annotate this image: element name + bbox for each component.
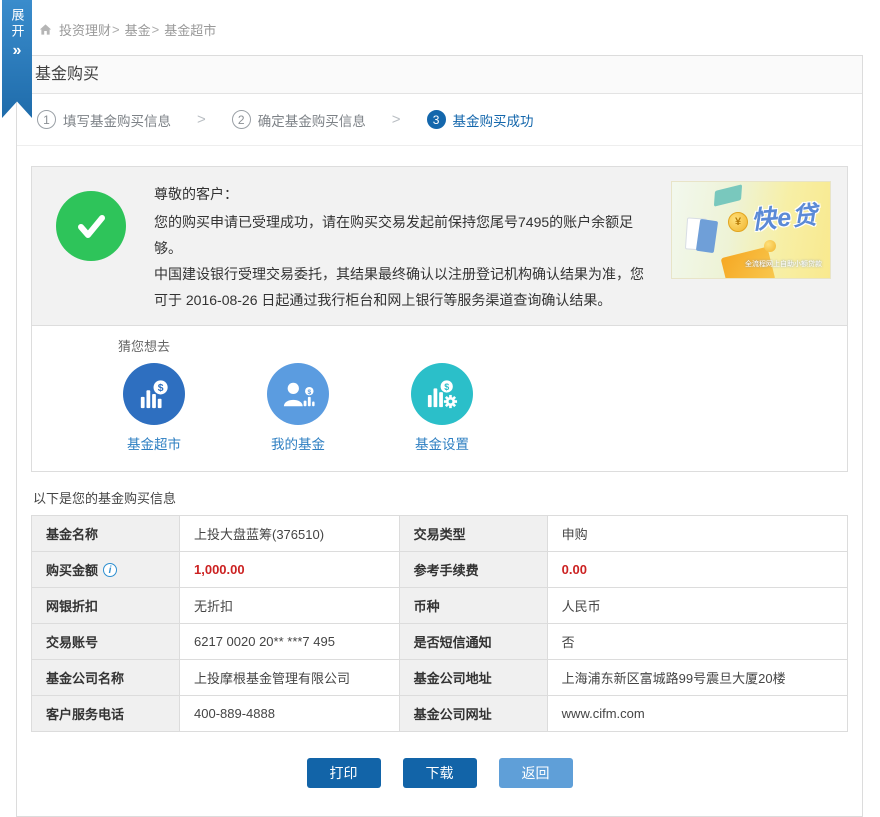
notice-greeting: 尊敬的客户： bbox=[154, 181, 657, 207]
table-value: 人民币 bbox=[547, 588, 847, 624]
table-value: 0.00 bbox=[547, 552, 847, 588]
table-label: 币种 bbox=[399, 588, 547, 624]
page-title: 基金购买 bbox=[17, 56, 862, 94]
svg-text:$: $ bbox=[158, 383, 164, 394]
table-value: 6217 0020 20** ***7 495 bbox=[180, 624, 400, 660]
banner-title: 快e贷 bbox=[750, 195, 820, 237]
step-separator-icon: > bbox=[197, 111, 206, 128]
fund-supermarket-icon: $ bbox=[123, 363, 185, 425]
table-value: www.cifm.com bbox=[547, 696, 847, 732]
ribbon-label: 展开 bbox=[9, 8, 26, 40]
notice-line-1: 您的购买申请已受理成功，请在购买交易发起前保持您尾号7495的账户余额足够。 bbox=[154, 209, 657, 261]
success-notice: 尊敬的客户： 您的购买申请已受理成功，请在购买交易发起前保持您尾号7495的账户… bbox=[32, 167, 847, 326]
table-label: 基金名称 bbox=[32, 516, 180, 552]
shortcut-my-fund[interactable]: $ 我的基金 bbox=[262, 363, 334, 453]
breadcrumb-item-invest[interactable]: 投资理财 bbox=[59, 20, 111, 39]
main-panel: 基金购买 1 填写基金购买信息 > 2 确定基金购买信息 > 3 基金购买成功 … bbox=[16, 55, 863, 817]
banner-decoration bbox=[714, 184, 742, 207]
notice-line-2: 中国建设银行受理交易委托，其结果最终确认以注册登记机构确认结果为准，您可于 20… bbox=[154, 261, 657, 313]
table-row: 基金名称上投大盘蓝筹(376510)交易类型申购 bbox=[32, 516, 848, 552]
back-button[interactable]: 返回 bbox=[499, 758, 573, 788]
svg-text:$: $ bbox=[307, 389, 311, 396]
info-icon[interactable]: i bbox=[103, 563, 117, 577]
breadcrumb-separator: > bbox=[112, 22, 120, 37]
step-separator-icon: > bbox=[392, 111, 401, 128]
action-buttons: 打印 下载 返回 bbox=[17, 758, 862, 788]
table-label: 基金公司地址 bbox=[399, 660, 547, 696]
step-3-active: 3 基金购买成功 bbox=[427, 110, 534, 130]
table-value: 1,000.00 bbox=[180, 552, 400, 588]
step-2: 2 确定基金购买信息 bbox=[232, 110, 366, 130]
table-value: 申购 bbox=[547, 516, 847, 552]
result-box: 尊敬的客户： 您的购买申请已受理成功，请在购买交易发起前保持您尾号7495的账户… bbox=[31, 166, 848, 472]
step-3-label: 基金购买成功 bbox=[453, 110, 534, 130]
step-2-label: 确定基金购买信息 bbox=[258, 110, 366, 130]
table-row: 客户服务电话400-889-4888基金公司网址www.cifm.com bbox=[32, 696, 848, 732]
home-icon[interactable] bbox=[38, 22, 53, 37]
table-value: 上海浦东新区富城路99号震旦大厦20楼 bbox=[547, 660, 847, 696]
coin-icon: ¥ bbox=[728, 212, 748, 232]
shortcut-label: 基金设置 bbox=[406, 433, 478, 453]
table-label: 购买金额i bbox=[32, 552, 180, 588]
table-row: 基金公司名称上投摩根基金管理有限公司基金公司地址上海浦东新区富城路99号震旦大厦… bbox=[32, 660, 848, 696]
double-chevron-icon: » bbox=[13, 42, 22, 60]
shortcut-fund-supermarket[interactable]: $ 基金超市 bbox=[118, 363, 190, 453]
breadcrumb-item-fund-supermarket[interactable]: 基金超市 bbox=[164, 20, 216, 39]
shortcut-label: 我的基金 bbox=[262, 433, 334, 453]
step-1: 1 填写基金购买信息 bbox=[37, 110, 171, 130]
table-label: 基金公司网址 bbox=[399, 696, 547, 732]
quick-loan-ad-banner[interactable]: ¥ 快e贷 全流程网上自助小额贷款 bbox=[671, 181, 831, 279]
table-section-title: 以下是您的基金购买信息 bbox=[33, 488, 846, 507]
step-3-number: 3 bbox=[427, 110, 446, 129]
print-button[interactable]: 打印 bbox=[307, 758, 381, 788]
breadcrumb-separator: > bbox=[152, 22, 160, 37]
table-row: 购买金额i1,000.00参考手续费0.00 bbox=[32, 552, 848, 588]
table-label: 交易类型 bbox=[399, 516, 547, 552]
suggestions-label: 猜您想去 bbox=[118, 336, 847, 355]
svg-text:$: $ bbox=[444, 382, 449, 392]
my-fund-icon: $ bbox=[267, 363, 329, 425]
banner-tagline: 全流程网上自助小额贷款 bbox=[745, 259, 822, 269]
step-1-label: 填写基金购买信息 bbox=[63, 110, 171, 130]
table-value: 无折扣 bbox=[180, 588, 400, 624]
download-button[interactable]: 下载 bbox=[403, 758, 477, 788]
breadcrumb-item-fund[interactable]: 基金 bbox=[125, 20, 151, 39]
table-label: 交易账号 bbox=[32, 624, 180, 660]
table-label: 是否短信通知 bbox=[399, 624, 547, 660]
expand-ribbon[interactable]: 展开 » bbox=[2, 0, 32, 118]
table-row: 网银折扣无折扣币种人民币 bbox=[32, 588, 848, 624]
table-label: 客户服务电话 bbox=[32, 696, 180, 732]
banner-decoration bbox=[696, 219, 718, 253]
success-check-icon bbox=[56, 191, 126, 261]
table-label: 基金公司名称 bbox=[32, 660, 180, 696]
shortcut-fund-settings[interactable]: $ 基金设置 bbox=[406, 363, 478, 453]
suggestions-section: 猜您想去 $ 基金超市 bbox=[32, 326, 847, 471]
table-value: 上投大盘蓝筹(376510) bbox=[180, 516, 400, 552]
step-indicator: 1 填写基金购买信息 > 2 确定基金购买信息 > 3 基金购买成功 bbox=[17, 94, 862, 146]
shortcut-label: 基金超市 bbox=[118, 433, 190, 453]
table-label: 网银折扣 bbox=[32, 588, 180, 624]
step-1-number: 1 bbox=[37, 110, 56, 129]
table-value: 400-889-4888 bbox=[180, 696, 400, 732]
purchase-info-table: 基金名称上投大盘蓝筹(376510)交易类型申购购买金额i1,000.00参考手… bbox=[31, 515, 848, 732]
breadcrumb: 投资理财 > 基金 > 基金超市 bbox=[38, 20, 216, 39]
step-2-number: 2 bbox=[232, 110, 251, 129]
table-value: 上投摩根基金管理有限公司 bbox=[180, 660, 400, 696]
notice-message: 尊敬的客户： 您的购买申请已受理成功，请在购买交易发起前保持您尾号7495的账户… bbox=[154, 181, 671, 313]
table-row: 交易账号6217 0020 20** ***7 495是否短信通知否 bbox=[32, 624, 848, 660]
coin-icon bbox=[764, 240, 776, 252]
fund-settings-icon: $ bbox=[411, 363, 473, 425]
table-label: 参考手续费 bbox=[399, 552, 547, 588]
table-value: 否 bbox=[547, 624, 847, 660]
